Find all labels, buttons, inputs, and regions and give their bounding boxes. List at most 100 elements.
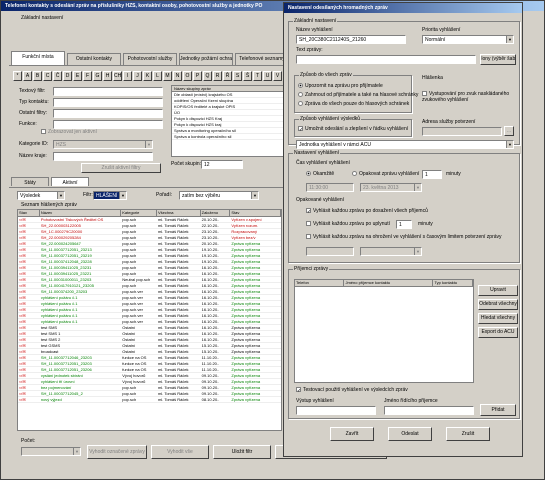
letter-button[interactable]: F: [83, 71, 92, 81]
delivery-radio-0[interactable]: Upozornit na zprávu pro přijímatele: [298, 83, 383, 89]
delivery-radio-2[interactable]: Zpráva do všech pouze do hlasových schrá…: [298, 101, 409, 107]
letter-button[interactable]: A: [23, 71, 32, 81]
letter-button[interactable]: S: [233, 71, 242, 81]
repeat-count[interactable]: 1: [422, 170, 442, 179]
column-header[interactable]: Stav: [230, 210, 281, 216]
row-name: Pohotovostní Tiskových Ředitel OS: [40, 217, 104, 222]
limit-date-input[interactable]: ▼: [360, 247, 422, 256]
date-input[interactable]: 23. května 2013 ▼: [360, 183, 422, 192]
unit-select[interactable]: Jednotka vyhlášení v rámci ACU ▼: [296, 140, 514, 149]
letter-button[interactable]: T: [253, 71, 262, 81]
repeat-check-2[interactable]: Vyhlásit každou zprávu po uplynutí: [306, 221, 390, 227]
letter-button[interactable]: J: [133, 71, 142, 81]
repeat-check-1[interactable]: ✓ Vyhlásit každou zprávu po dosažení všec…: [306, 208, 428, 215]
tab-staty[interactable]: Státy: [11, 177, 49, 186]
letter-button[interactable]: *: [13, 71, 22, 81]
letter-button[interactable]: E: [73, 71, 82, 81]
priority-select[interactable]: Normální ▼: [422, 35, 514, 44]
time-input[interactable]: 11:30:00: [306, 183, 354, 192]
hlaska-checkbox[interactable]: Vystupování pro zvuk naskládaného zvukov…: [422, 91, 518, 103]
letter-button[interactable]: B: [33, 71, 42, 81]
repeat-check-3[interactable]: Vyhlásit každou zprávu na ohrožení ve vy…: [306, 234, 502, 240]
address-browse-button[interactable]: …: [504, 126, 514, 136]
letter-button[interactable]: P: [193, 71, 202, 81]
recipient-column-header[interactable]: Jméno příjemce kontaktu: [344, 280, 434, 286]
group-list-item[interactable]: Správa a kontrola operačního sil: [172, 134, 285, 140]
main-tab-4[interactable]: Telefonové seznamy: [235, 53, 289, 65]
filter-field-input[interactable]: [53, 87, 163, 96]
letter-button[interactable]: V: [273, 71, 282, 81]
delivery-radio-1[interactable]: Zahrnout od přijímatele a také na hlasov…: [298, 92, 418, 98]
letter-button[interactable]: D: [63, 71, 72, 81]
column-header[interactable]: Kategorie: [121, 210, 157, 216]
table-row[interactable]: ⇨✉ nový výjezd pop.sch ml. Tomáš Ráček 08.10…: [18, 397, 281, 403]
delete-selected-button[interactable]: Vyhodit označené zprávy: [87, 445, 147, 459]
letter-button[interactable]: L: [153, 71, 162, 81]
category-select[interactable]: HZS ▼: [53, 140, 153, 149]
filter-field-input[interactable]: [53, 98, 163, 107]
letter-button[interactable]: N: [173, 71, 182, 81]
letter-button[interactable]: CH: [113, 71, 122, 81]
result-select[interactable]: Výsledek ▼: [17, 191, 65, 200]
confirm-checkbox[interactable]: ✓ Umožnit odeslání a zlepšení v řádku vyh…: [298, 126, 408, 133]
letter-button[interactable]: I: [123, 71, 132, 81]
repeat-minutes[interactable]: 1: [396, 220, 412, 229]
save-filter-button[interactable]: Uložit filtr: [213, 445, 271, 459]
filter-field-input[interactable]: [53, 120, 163, 129]
main-tab-2[interactable]: Pohotovostní služby: [123, 53, 177, 65]
letter-button[interactable]: H: [103, 71, 112, 81]
templates-button[interactable]: Šablony (výběr šablon): [480, 54, 516, 65]
letter-button[interactable]: M: [163, 71, 172, 81]
group-list[interactable]: Název skupiny zpráv Dle oblasti (místní) …: [171, 85, 286, 157]
recipient-button-0[interactable]: Upravit: [478, 285, 518, 296]
letter-button[interactable]: Q: [203, 71, 212, 81]
name-input[interactable]: SH_20C380C211240S_21260: [296, 35, 406, 44]
active-only-checkbox[interactable]: Zobrazovat jen aktivní: [41, 129, 97, 135]
letter-button[interactable]: U: [263, 71, 272, 81]
recipients-table[interactable]: Telefon Jméno příjemce kontaktu Typ kontak…: [294, 279, 474, 383]
recipient-column-header[interactable]: Telefon: [295, 280, 345, 286]
letter-button[interactable]: R: [213, 71, 222, 81]
reset-filters-button[interactable]: Zrušit aktivní filtry: [81, 163, 161, 173]
cancel-button[interactable]: Zrušit: [446, 427, 490, 441]
order-select[interactable]: zatím bez výběru ▼: [179, 191, 259, 200]
immediately-radio[interactable]: Okamžitě: [306, 171, 334, 177]
letter-button[interactable]: Š: [243, 71, 252, 81]
recipient-button-2[interactable]: Hledat všechny: [478, 313, 518, 324]
test-checkbox[interactable]: ✓ Testovací použití vyhlášení ve výsledcí…: [296, 387, 408, 394]
close-button[interactable]: Zavřít: [330, 427, 374, 441]
column-header[interactable]: Všechna: [157, 210, 201, 216]
repeat-radio[interactable]: Opakovat zprávu vyhlášení: [352, 171, 419, 177]
region-input[interactable]: [53, 152, 153, 161]
tab-aktivni[interactable]: Aktivní: [51, 177, 89, 186]
recipient-column-header[interactable]: Typ kontaktu: [433, 280, 473, 286]
output-input[interactable]: [296, 406, 376, 415]
message-table[interactable]: Stav Název Kategorie Všechna Založeno Stav ⇨✉…: [17, 209, 282, 431]
limit-time-input[interactable]: [306, 247, 354, 256]
column-header[interactable]: Založeno: [201, 210, 231, 216]
count-select[interactable]: ▼: [21, 447, 81, 456]
letter-button[interactable]: G: [93, 71, 102, 81]
row-all: ml. Tomáš Ráček: [157, 397, 189, 402]
recipient-button-1[interactable]: Odebrat všechny: [478, 299, 518, 310]
add-button[interactable]: Přidat: [480, 404, 516, 416]
column-header[interactable]: Název: [40, 210, 122, 216]
message-text-input[interactable]: [296, 55, 476, 64]
letter-button[interactable]: C: [43, 71, 52, 81]
main-tab-3[interactable]: Jednotky požární ochrany: [179, 53, 233, 65]
send-button[interactable]: Odeslat: [388, 427, 432, 441]
row-category: pop.sch: [122, 259, 137, 264]
main-tab-0[interactable]: Funkční místa: [11, 51, 65, 65]
recipient-button-3[interactable]: Export do ACU: [478, 327, 518, 338]
recipient-name-input[interactable]: [384, 406, 474, 415]
column-header[interactable]: Stav: [18, 210, 40, 216]
main-tab-1[interactable]: Ostatní kontakty: [67, 53, 121, 65]
delete-all-button[interactable]: Vyhodit vše: [151, 445, 209, 459]
letter-button[interactable]: K: [143, 71, 152, 81]
letter-button[interactable]: Ř: [223, 71, 232, 81]
filter-field-input[interactable]: [53, 109, 163, 118]
letter-button[interactable]: Č: [53, 71, 62, 81]
filter-select[interactable]: HLÁŠENÍ Ř ▼: [93, 191, 127, 200]
letter-button[interactable]: O: [183, 71, 192, 81]
address-input[interactable]: [422, 127, 502, 136]
